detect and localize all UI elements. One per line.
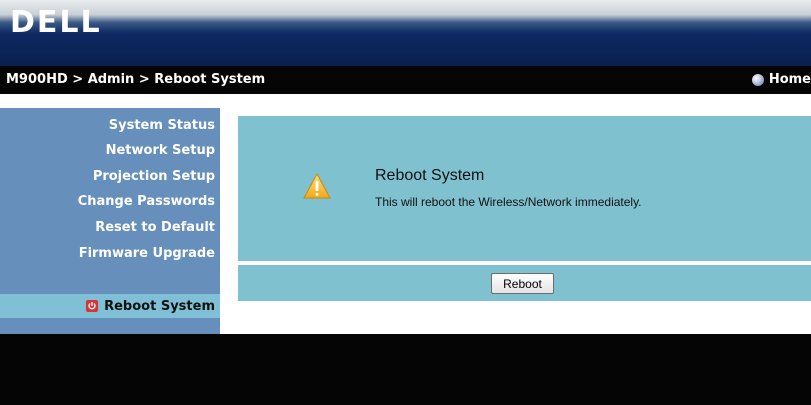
reboot-message: This will reboot the Wireless/Network im… (375, 195, 642, 209)
power-icon (86, 300, 99, 312)
dell-logo: DELL (10, 6, 102, 38)
breadcrumb: M900HD > Admin > Reboot System (6, 72, 266, 87)
button-bar: Reboot (238, 265, 811, 301)
home-link-label: Home (768, 72, 811, 87)
home-dot-icon (751, 73, 764, 86)
reboot-button[interactable]: Reboot (491, 273, 554, 294)
sidebar-item-system-status[interactable]: System Status (109, 118, 215, 133)
sidebar: System Status Network Setup Projection S… (0, 108, 220, 334)
sidebar-item-reboot-system[interactable]: Reboot System (0, 294, 220, 318)
breadcrumb-bar: M900HD > Admin > Reboot System Home (0, 66, 811, 94)
warning-triangle-icon (303, 173, 331, 199)
reboot-panel: Reboot System This will reboot the Wirel… (238, 116, 811, 261)
sidebar-item-label: Reboot System (104, 298, 215, 314)
sidebar-item-firmware-upgrade[interactable]: Firmware Upgrade (79, 246, 215, 261)
sidebar-item-network-setup[interactable]: Network Setup (106, 143, 215, 158)
header-banner: DELL (0, 0, 811, 66)
home-link[interactable]: Home (751, 72, 811, 87)
sidebar-item-change-passwords[interactable]: Change Passwords (78, 194, 215, 209)
sidebar-item-reset-to-default[interactable]: Reset to Default (95, 220, 215, 235)
svg-text:DELL: DELL (10, 6, 102, 38)
sidebar-item-projection-setup[interactable]: Projection Setup (93, 169, 215, 184)
footer-bar (0, 334, 811, 405)
page-title: Reboot System (375, 167, 485, 184)
